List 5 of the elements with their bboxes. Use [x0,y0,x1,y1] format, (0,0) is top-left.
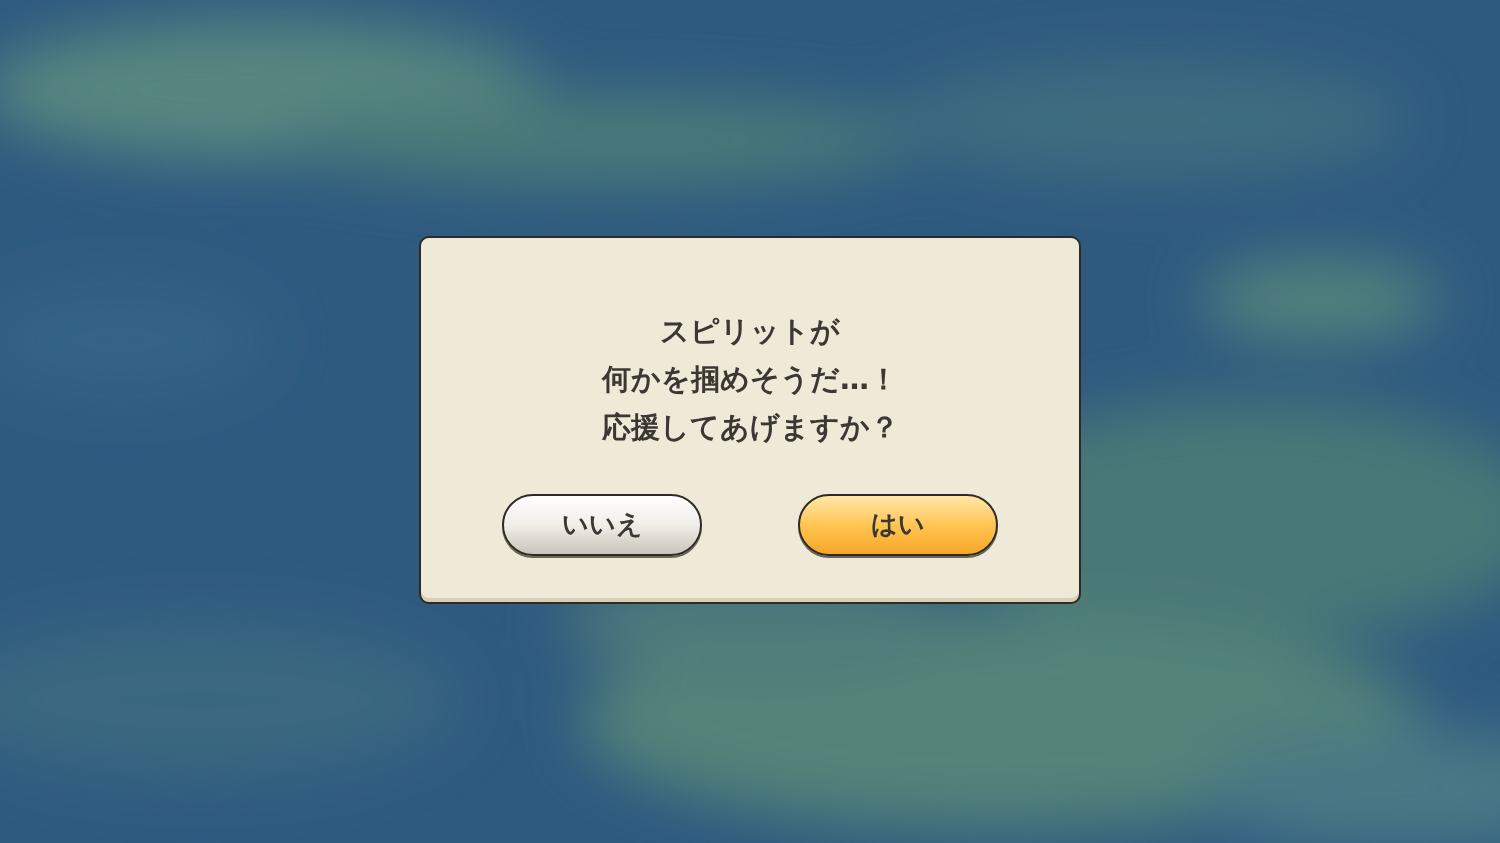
message-text: 応援してあげますか？ [601,408,899,446]
cancel-button[interactable]: いいえ [502,493,702,556]
message-text: スピリットが [660,312,840,350]
message-text: 何かを掴めそうだ…！ [602,360,898,398]
confirm-button[interactable]: はい [798,493,998,556]
